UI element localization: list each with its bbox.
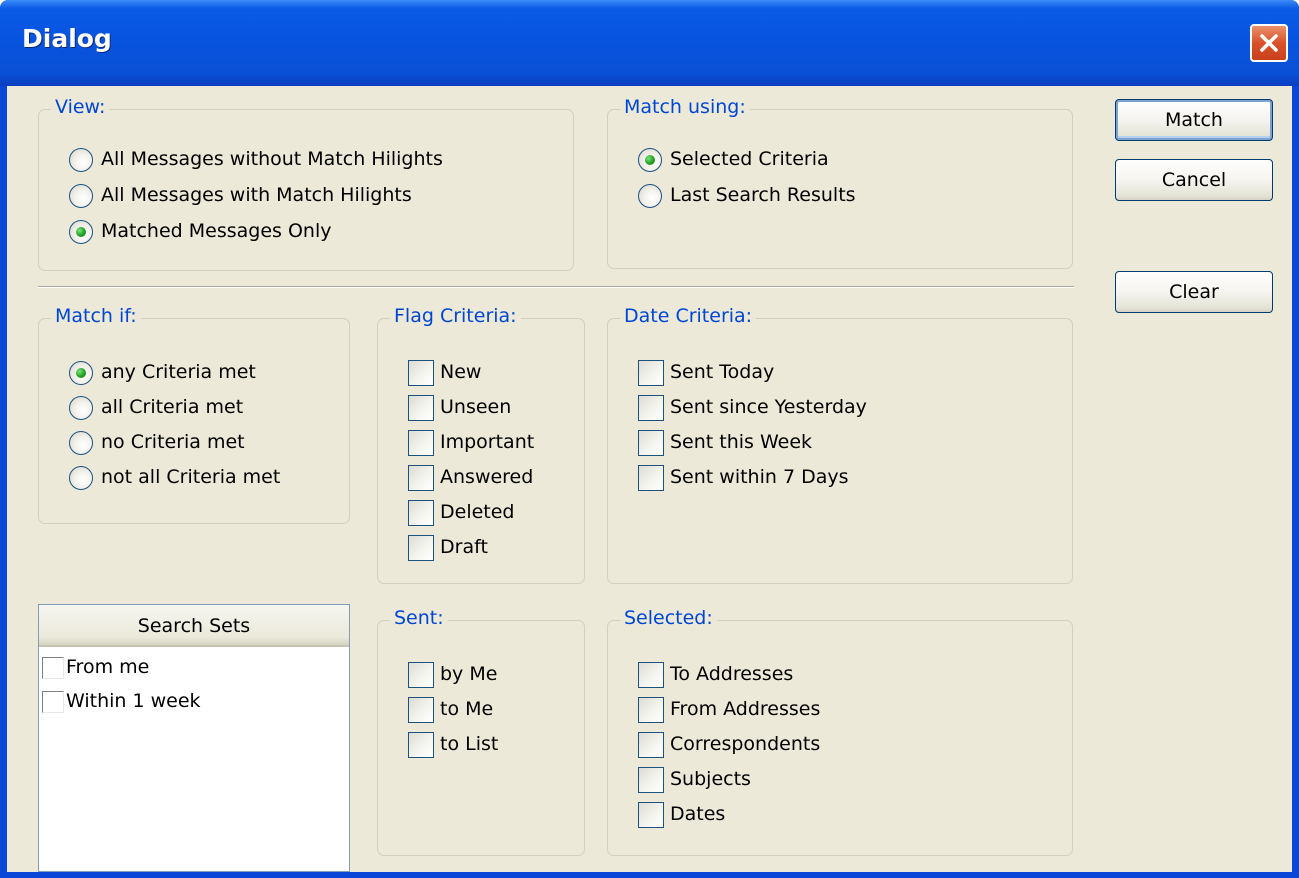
match-button[interactable]: Match	[1115, 99, 1273, 141]
option-label: Answered	[440, 466, 534, 488]
title-bar[interactable]: Dialog	[0, 0, 1299, 86]
option-label: Sent Today	[670, 361, 775, 383]
item-label: Within 1 week	[66, 690, 201, 712]
checkbox[interactable]	[42, 691, 64, 713]
option-label: Correspondents	[670, 733, 821, 755]
checkbox[interactable]	[408, 430, 434, 456]
option-label: Dates	[670, 803, 726, 825]
option-label: not all Criteria met	[101, 466, 281, 488]
dialog-window: Dialog View: All Messages without Match …	[0, 0, 1299, 878]
checkbox[interactable]	[408, 465, 434, 491]
checkbox[interactable]	[408, 395, 434, 421]
dialog-body: View: All Messages without Match Hilight…	[7, 86, 1292, 872]
radio-button[interactable]	[638, 184, 662, 208]
checkbox[interactable]	[638, 430, 664, 456]
checkbox[interactable]	[638, 360, 664, 386]
checkbox[interactable]	[42, 657, 64, 679]
close-icon	[1260, 34, 1278, 52]
checkbox[interactable]	[638, 662, 664, 688]
radio-button[interactable]	[69, 148, 93, 172]
option-label: Sent since Yesterday	[670, 396, 867, 418]
match-using-group: Match using: Selected Criteria Last Sear…	[607, 96, 1073, 269]
match-using-group-label: Match using:	[620, 96, 750, 118]
option-label: Draft	[440, 536, 488, 558]
checkbox[interactable]	[638, 697, 664, 723]
checkbox[interactable]	[408, 500, 434, 526]
checkbox[interactable]	[638, 732, 664, 758]
option-label: Unseen	[440, 396, 512, 418]
checkbox[interactable]	[408, 697, 434, 723]
option-label: any Criteria met	[101, 361, 256, 383]
checkbox[interactable]	[638, 767, 664, 793]
option-label: Matched Messages Only	[101, 220, 332, 242]
option-label: all Criteria met	[101, 396, 244, 418]
radio-button[interactable]	[69, 361, 93, 385]
radio-button[interactable]	[69, 184, 93, 208]
option-label: All Messages without Match Hilights	[101, 148, 443, 170]
clear-button[interactable]: Clear	[1115, 271, 1273, 313]
close-button[interactable]	[1250, 24, 1288, 62]
option-label: Last Search Results	[670, 184, 856, 206]
item-label: From me	[66, 656, 150, 678]
option-label: by Me	[440, 663, 498, 685]
cancel-button[interactable]: Cancel	[1115, 159, 1273, 201]
sent-group-label: Sent:	[390, 607, 448, 629]
option-label: Sent this Week	[670, 431, 813, 453]
option-label: no Criteria met	[101, 431, 245, 453]
selected-group: Selected: To Addresses From Addresses Co…	[607, 607, 1073, 856]
match-if-group: Match if: any Criteria met all Criteria …	[38, 305, 350, 524]
checkbox[interactable]	[408, 732, 434, 758]
radio-button[interactable]	[69, 220, 93, 244]
option-label: Subjects	[670, 768, 751, 790]
option-label: to Me	[440, 698, 494, 720]
match-if-group-label: Match if:	[51, 305, 141, 327]
option-label: All Messages with Match Hilights	[101, 184, 412, 206]
option-label: New	[440, 361, 482, 383]
search-sets-list[interactable]: Search Sets From me Within 1 week	[38, 604, 350, 872]
checkbox[interactable]	[638, 465, 664, 491]
view-group: View: All Messages without Match Hilight…	[38, 96, 574, 271]
option-label: Deleted	[440, 501, 515, 523]
radio-button[interactable]	[69, 396, 93, 420]
selected-group-label: Selected:	[620, 607, 717, 629]
option-label: To Addresses	[670, 663, 794, 685]
window-title: Dialog	[22, 24, 112, 53]
checkbox[interactable]	[638, 802, 664, 828]
option-label: Selected Criteria	[670, 148, 829, 170]
checkbox[interactable]	[408, 360, 434, 386]
checkbox[interactable]	[408, 662, 434, 688]
radio-button[interactable]	[69, 466, 93, 490]
option-label: Sent within 7 Days	[670, 466, 849, 488]
radio-button[interactable]	[69, 431, 93, 455]
sent-group: Sent: by Me to Me to List	[377, 607, 585, 856]
radio-button[interactable]	[638, 148, 662, 172]
separator	[38, 286, 1074, 288]
checkbox[interactable]	[638, 395, 664, 421]
flag-criteria-group: Flag Criteria: New Unseen Important Answ…	[377, 305, 585, 584]
date-criteria-group: Date Criteria: Sent Today Sent since Yes…	[607, 305, 1073, 584]
search-sets-header[interactable]: Search Sets	[39, 605, 349, 647]
option-label: Important	[440, 431, 535, 453]
date-criteria-group-label: Date Criteria:	[620, 305, 757, 327]
view-group-label: View:	[51, 96, 110, 118]
option-label: to List	[440, 733, 499, 755]
checkbox[interactable]	[408, 535, 434, 561]
flag-criteria-group-label: Flag Criteria:	[390, 305, 521, 327]
option-label: From Addresses	[670, 698, 821, 720]
